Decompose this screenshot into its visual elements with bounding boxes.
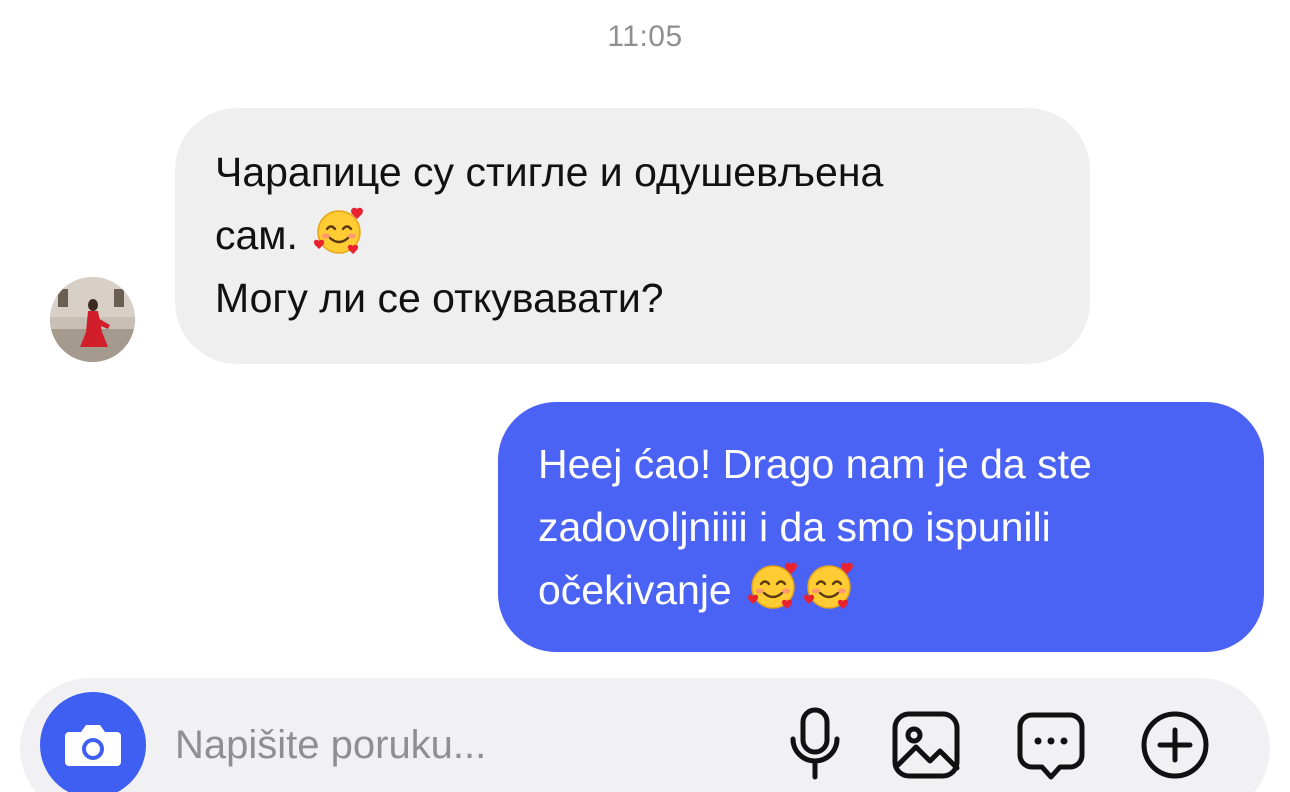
message-timestamp: 11:05 (607, 20, 683, 53)
add-icon (1141, 711, 1209, 779)
contact-avatar[interactable] (50, 277, 135, 362)
camera-icon (65, 725, 121, 766)
message-line-with-emoji: сам. (215, 204, 1050, 267)
incoming-message-bubble[interactable]: Чарапице су стигле и одушевљена сам. Мог… (175, 108, 1090, 364)
message-line: zadovoljniiii i da smo ispunili (538, 504, 1051, 550)
chat-screen: 11:05 Чарапице су стигле и одушевљена са… (0, 0, 1290, 792)
sticker-button[interactable] (1014, 705, 1088, 785)
voice-message-button[interactable] (778, 705, 852, 785)
microphone-icon (790, 707, 840, 780)
outgoing-message-bubble[interactable]: Heej ćao! Drago nam je da ste zadovoljni… (498, 402, 1264, 652)
camera-button[interactable] (40, 692, 146, 792)
message-line-with-emoji: očekivanje (538, 559, 1224, 622)
smiling-face-with-hearts-icon (803, 561, 855, 611)
message-input[interactable] (175, 715, 735, 775)
gallery-button[interactable] (890, 705, 964, 785)
message-line: Могу ли се откувавати? (215, 275, 664, 321)
message-line: сам. (215, 212, 298, 258)
message-line: očekivanje (538, 567, 732, 613)
message-line: Heej ćao! Drago nam je da ste (538, 441, 1092, 487)
sticker-chat-icon (1017, 712, 1085, 780)
message-line: Чарапице су стигле и одушевљена (215, 149, 884, 195)
image-icon (892, 711, 960, 779)
smiling-face-with-hearts-icon (747, 561, 799, 611)
avatar-photo (50, 277, 135, 362)
add-button[interactable] (1138, 705, 1212, 785)
smiling-face-with-hearts-icon (313, 206, 365, 256)
